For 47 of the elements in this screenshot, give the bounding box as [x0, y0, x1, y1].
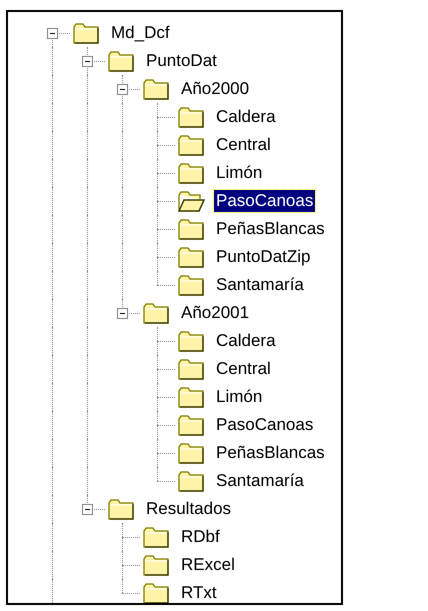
tree-item[interactable]: Caldera — [214, 330, 278, 352]
tree-item[interactable]: Santamaría — [214, 274, 306, 296]
folder-icon — [178, 246, 205, 268]
tree-item[interactable]: Limón — [214, 162, 264, 184]
folder-icon — [178, 274, 205, 296]
folder-icon — [178, 358, 205, 380]
tree-item[interactable]: RExcel — [179, 554, 237, 576]
tree-item[interactable]: Limón — [214, 386, 264, 408]
folder-icon — [108, 50, 135, 72]
folder-icon — [73, 22, 100, 44]
folder-icon — [143, 302, 170, 324]
folder-icon — [178, 134, 205, 156]
folder-icon — [108, 498, 135, 520]
tree-item[interactable]: Central — [214, 358, 273, 380]
tree-item[interactable]: PasoCanoas — [214, 414, 316, 436]
folder-icon — [178, 470, 205, 492]
folder-icon — [178, 442, 205, 464]
folder-icon — [178, 330, 205, 352]
tree-item[interactable]: PeñasBlancas — [214, 442, 327, 464]
folder-icon — [178, 414, 205, 436]
tree-item[interactable]: Santamaría — [214, 470, 306, 492]
tree-item[interactable]: RDbf — [179, 526, 222, 548]
folder-icon — [143, 582, 170, 603]
collapse-toggle[interactable] — [117, 84, 128, 95]
collapse-toggle[interactable] — [82, 56, 93, 67]
tree-item[interactable]: Md_Dcf — [109, 22, 172, 44]
folder-icon — [143, 526, 170, 548]
folder-icon — [178, 162, 205, 184]
tree-item[interactable]: PuntoDat — [144, 50, 219, 72]
folder-icon — [178, 386, 205, 408]
tree-item[interactable]: PasoCanoas — [214, 190, 316, 212]
collapse-toggle[interactable] — [117, 308, 128, 319]
tree-item[interactable]: PuntoDatZip — [214, 246, 312, 268]
tree-item[interactable]: Año2001 — [179, 302, 252, 324]
tree-item[interactable]: Resultados — [144, 498, 234, 520]
tree-item[interactable]: Año2000 — [179, 78, 252, 100]
collapse-toggle[interactable] — [82, 504, 93, 515]
folder-icon — [178, 218, 205, 240]
tree-item[interactable]: RTxt — [179, 582, 219, 603]
tree-item[interactable]: PeñasBlancas — [214, 218, 327, 240]
open-folder-icon — [178, 190, 205, 212]
folder-icon — [178, 106, 205, 128]
tree-item[interactable]: Caldera — [214, 106, 278, 128]
folder-icon — [143, 554, 170, 576]
tree-item[interactable]: Central — [214, 134, 273, 156]
collapse-toggle[interactable] — [47, 28, 58, 39]
folder-icon — [143, 78, 170, 100]
